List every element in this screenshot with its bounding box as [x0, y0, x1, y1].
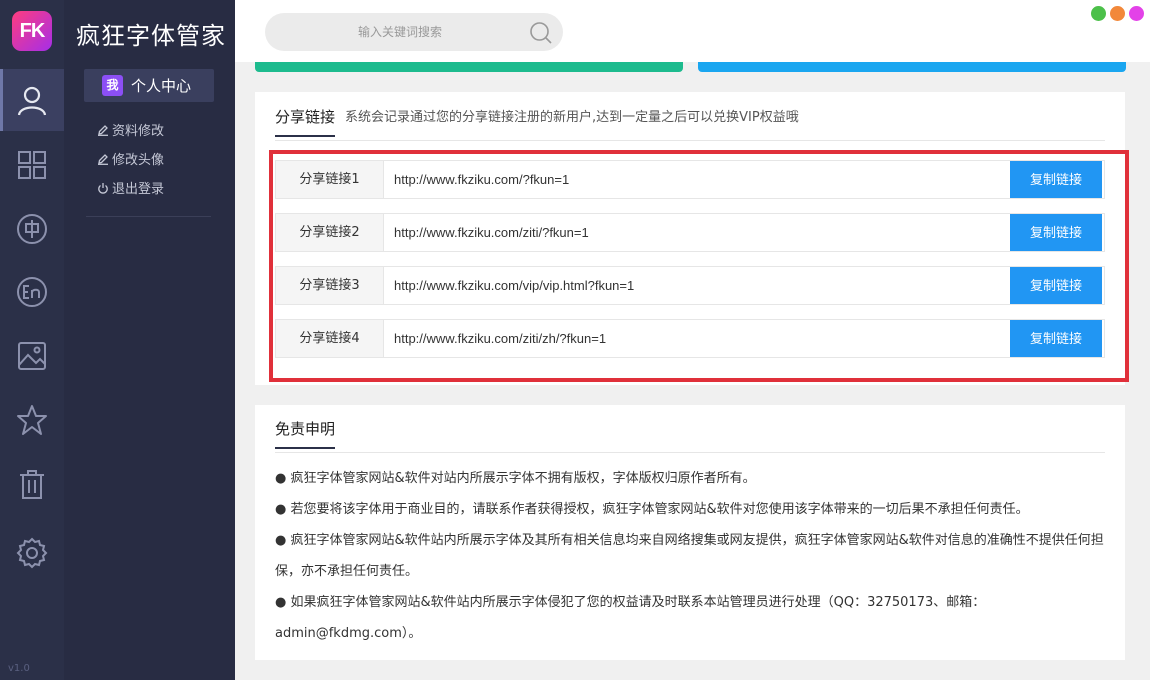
- highlight-annotation-box: [269, 150, 1129, 382]
- app-title: 疯狂字体管家: [76, 22, 226, 50]
- edit-profile-label: 资料修改: [112, 124, 165, 139]
- disclaimer-item: ● 若您要将该字体用于商业目的，请联系作者获得授权，疯狂字体管家网站&软件对您使…: [275, 502, 1029, 517]
- disclaimer-item: ● 疯狂字体管家网站&软件站内所展示字体及其所有相关信息均来自网络搜集或网友提供…: [275, 533, 1104, 579]
- rail-item-image[interactable]: [0, 325, 64, 387]
- rail-item-trash[interactable]: [0, 453, 64, 515]
- search-input[interactable]: [285, 13, 515, 51]
- personal-center-button[interactable]: 我 个人中心: [84, 69, 214, 102]
- share-tab[interactable]: 分享链接: [275, 107, 336, 137]
- rail-item-grid[interactable]: [0, 134, 64, 196]
- logout-label: 退出登录: [112, 182, 165, 197]
- edit-profile-link[interactable]: 资料修改: [97, 120, 164, 139]
- settings-icon: [16, 537, 48, 569]
- rail-item-user[interactable]: [0, 69, 64, 131]
- personal-center-label: 个人中心: [131, 77, 192, 95]
- sub-sidebar: 疯狂字体管家 我 个人中心 资料修改 修改头像 退出登录: [64, 0, 235, 680]
- grid-icon: [18, 151, 46, 179]
- star-icon: [17, 405, 47, 435]
- search-box: [265, 13, 563, 51]
- window-controls: [1091, 6, 1144, 21]
- share-card-header: 分享链接 系统会记录通过您的分享链接注册的新用户,达到一定量之后可以兑换VIP权…: [275, 107, 1105, 141]
- green-banner: [255, 62, 683, 72]
- rail-item-settings[interactable]: [0, 522, 64, 584]
- version-label: v1.0: [8, 663, 30, 674]
- share-card: 分享链接 系统会记录通过您的分享链接注册的新用户,达到一定量之后可以兑换VIP权…: [255, 92, 1129, 385]
- chinese-font-icon: [17, 214, 47, 244]
- share-description: 系统会记录通过您的分享链接注册的新用户,达到一定量之后可以兑换VIP权益哦: [345, 110, 799, 125]
- rail-item-english-font[interactable]: [0, 261, 64, 323]
- icon-rail: FK v1.0: [0, 0, 64, 680]
- image-icon: [18, 342, 46, 370]
- maximize-dot[interactable]: [1110, 6, 1125, 21]
- disclaimer-card-header: 免责申明: [275, 419, 1105, 453]
- personal-badge: 我: [102, 75, 123, 96]
- disclaimer-tab[interactable]: 免责申明: [275, 419, 336, 449]
- subnav-divider: [86, 216, 211, 217]
- top-bar: [235, 0, 1150, 62]
- pencil-icon: [98, 153, 108, 165]
- rail-item-chinese-font[interactable]: [0, 198, 64, 260]
- user-icon: [17, 86, 47, 116]
- trash-icon: [20, 470, 44, 499]
- app-logo: FK: [12, 11, 52, 51]
- disclaimer-item: ● 疯狂字体管家网站&软件对站内所展示字体不拥有版权，字体版权归原作者所有。: [275, 471, 756, 486]
- search-icon[interactable]: [529, 21, 553, 45]
- disclaimer-card: 免责申明 ● 疯狂字体管家网站&软件对站内所展示字体不拥有版权，字体版权归原作者…: [255, 405, 1125, 660]
- main-content: 分享链接 系统会记录通过您的分享链接注册的新用户,达到一定量之后可以兑换VIP权…: [235, 0, 1150, 680]
- rail-item-favorites[interactable]: [0, 389, 64, 451]
- pencil-icon: [98, 124, 108, 136]
- power-icon: [98, 182, 108, 194]
- disclaimer-item: ● 如果疯狂字体管家网站&软件站内所展示字体侵犯了您的权益请及时联系本站管理员进…: [275, 595, 986, 641]
- close-dot[interactable]: [1129, 6, 1144, 21]
- logout-link[interactable]: 退出登录: [97, 178, 164, 197]
- change-avatar-label: 修改头像: [112, 153, 165, 168]
- english-font-icon: [17, 277, 47, 307]
- change-avatar-link[interactable]: 修改头像: [97, 149, 164, 168]
- minimize-dot[interactable]: [1091, 6, 1106, 21]
- blue-banner: [698, 62, 1126, 72]
